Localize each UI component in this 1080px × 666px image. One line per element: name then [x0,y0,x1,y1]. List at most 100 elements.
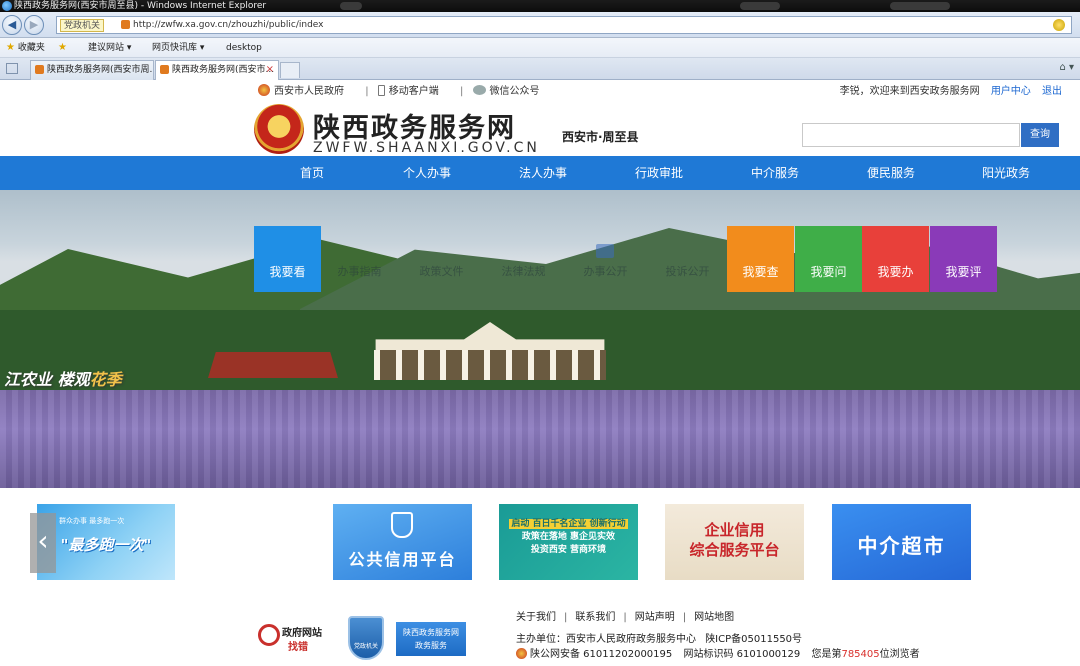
compat-badge[interactable]: 党政机关 [60,19,105,32]
ghost-folder-icon [596,244,614,258]
banner-pavilion-columns [374,350,606,380]
search-input[interactable] [802,123,1020,147]
ghost-item[interactable]: 办事指南 [326,226,393,292]
footer-link-sitemap[interactable]: 网站地图 [694,612,734,623]
tab-2[interactable]: 陕西政务服务网(西安市... × [155,60,279,80]
nav-agency[interactable]: 中介服务 [725,156,825,190]
fav-item-desktop[interactable]: desktop [226,38,262,58]
tab-favicon-icon [160,65,169,74]
card-label: 启动 百日千名企业 创新行动 政策在落地 惠企见实效 投资西安 营商环境 [509,519,628,555]
home-tools-icon[interactable]: ⌂ ▾ [1059,62,1074,73]
site-footer: 政府网站 找错 党政机关 陕西政务服务网 政务服务 关于我们 | 联系我们 | 网站声明… [0,598,1080,666]
nav-home[interactable]: 首页 [262,156,362,190]
nav-approval[interactable]: 行政审批 [609,156,709,190]
nav-convenience[interactable]: 便民服务 [841,156,941,190]
tile-look[interactable]: 我要看 [254,226,321,292]
tile-handle[interactable]: 我要办 [862,226,929,292]
add-favorite-icon[interactable]: ★ [58,38,67,58]
card-label: 公共信用平台 [348,550,457,569]
star-icon: ★ [6,42,15,53]
address-bar: ◀ ▶ 党政机关 http://zwfw.xa.gov.cn/zhouzhi/p… [0,12,1080,38]
card-enterprise-action[interactable]: 启动 百日千名企业 创新行动 政策在落地 惠企见实效 投资西安 营商环境 [499,504,638,580]
banner-slogan: 江农业 楼观花季 [4,370,122,389]
police-record[interactable]: 陕公网安备 61011202000195 [530,649,672,660]
title-blur-block [890,2,950,10]
card-label: 中介超市 [857,534,946,558]
card-enterprise-credit[interactable]: 企业信用 综合服务平台 [665,504,804,580]
user-center-link[interactable]: 用户中心 [991,86,1031,97]
window-title-bar: 陕西政务服务网(西安市周至县) - Windows Internet Explo… [0,0,1080,12]
separator: | [682,612,687,623]
icp-link[interactable]: 陕ICP备05011550号 [705,634,802,645]
close-tab-icon[interactable]: × [266,61,274,79]
ghost-item[interactable]: 投诉公开 [654,226,721,292]
phone-icon [377,85,385,96]
forward-button[interactable]: ▶ [24,15,44,35]
region-label: 西安市·周至县 [562,130,639,144]
favorites-button[interactable]: ★ 收藏夹 [6,38,45,58]
footer-link-statement[interactable]: 网站声明 [635,612,675,623]
tile-evaluate[interactable]: 我要评 [930,226,997,292]
lavender-field [0,390,1080,488]
search-button[interactable]: 查询 [1021,123,1059,147]
main-nav: 首页 个人办事 法人办事 行政审批 中介服务 便民服务 阳光政务 [0,156,1080,190]
back-button[interactable]: ◀ [2,15,22,35]
nav-transparency[interactable]: 阳光政务 [956,156,1056,190]
wechat-link[interactable]: 微信公众号 [472,85,546,97]
footer-link-about[interactable]: 关于我们 [516,612,556,623]
separator: | [623,612,627,623]
fav-item-suggested[interactable]: 建议网站 ▾ [88,38,131,58]
tile-check[interactable]: 我要查 [727,226,794,292]
ghost-item[interactable]: 法律法规 [490,226,557,292]
favorites-bar: ★ 收藏夹 ★ 建议网站 ▾ 网页快讯库 ▾ desktop [0,38,1080,58]
credit-logo-icon [391,512,413,538]
welcome-text: 李锐，欢迎来到西安政务服务网 [839,86,980,97]
top-utility-bar: 西安市人民政府 | 移动客户端 | 微信公众号 李锐，欢迎来到西安政务服务网 用… [0,80,1080,104]
tile-ask[interactable]: 我要问 [795,226,862,292]
find-error-badge[interactable]: 政府网站 找错 [258,622,328,654]
footer-links: 关于我们 | 联系我们 | 网站声明 | 网站地图 [516,608,734,623]
carousel-prev-button[interactable]: ‹ [30,513,56,573]
title-blur-block [740,2,780,10]
card-run-once[interactable]: 群众办事 最多跑一次 "最多跑一次" [37,504,175,580]
link-carousel: 群众办事 最多跑一次 "最多跑一次" ‹ 公共信用平台 启动 百日千名企业 创新… [0,488,1080,598]
footer-link-contact[interactable]: 联系我们 [575,612,615,623]
separator: | [459,86,464,97]
url-field[interactable]: 党政机关 http://zwfw.xa.gov.cn/zhouzhi/publi… [56,16,1072,34]
party-gov-shield-icon[interactable]: 党政机关 [348,616,384,660]
service-badge[interactable]: 陕西政务服务网 政务服务 [396,622,466,656]
ghost-item[interactable]: 政策文件 [408,226,475,292]
compat-view-icon[interactable] [1053,19,1065,31]
card-label: "最多跑一次" [60,536,152,554]
visitor-count: 785405 [841,649,880,660]
mobile-link[interactable]: 移动客户端 [377,85,445,97]
magnifier-icon [258,624,280,646]
ghost-item[interactable]: 办事公开 [572,226,639,292]
nav-corporate[interactable]: 法人办事 [493,156,593,190]
footer-host-info: 主办单位：西安市人民政府政务服务中心 陕ICP备05011550号 [516,634,803,645]
emblem-icon [258,84,270,96]
tab-1[interactable]: 陕西政务服务网(西安市周... [30,60,154,80]
fav-item-webslice[interactable]: 网页快讯库 ▾ [152,38,204,58]
quick-tabs-icon[interactable] [6,63,18,74]
card-agency-market[interactable]: 中介超市 [832,504,971,580]
ie-logo-icon [2,1,12,11]
national-emblem-icon [254,104,304,154]
tab-favicon-icon [35,65,44,74]
gov-link[interactable]: 西安市人民政府 [258,84,350,97]
url-text[interactable]: http://zwfw.xa.gov.cn/zhouzhi/public/ind… [133,18,324,33]
card-credit-platform[interactable]: 公共信用平台 [333,504,472,580]
site-favicon-icon [121,20,130,29]
logout-link[interactable]: 退出 [1042,86,1062,97]
separator: | [365,86,369,97]
separator: | [564,612,568,623]
site-domain: ZWFW.SHAANXI.GOV.CN [313,140,540,156]
card-label: 企业信用 综合服务平台 [689,521,780,559]
wechat-icon [472,85,486,95]
banner-building [208,352,338,378]
site-header: 陕西政务服务网 ZWFW.SHAANXI.GOV.CN 西安市·周至县 查询 [0,104,1080,156]
window-title: 陕西政务服务网(西安市周至县) - Windows Internet Explo… [14,1,267,11]
footer-record-info: 陕公网安备 61011202000195 网站标识码 6101000129 您是… [516,645,920,660]
nav-personal[interactable]: 个人办事 [377,156,477,190]
new-tab-button[interactable] [280,62,300,78]
